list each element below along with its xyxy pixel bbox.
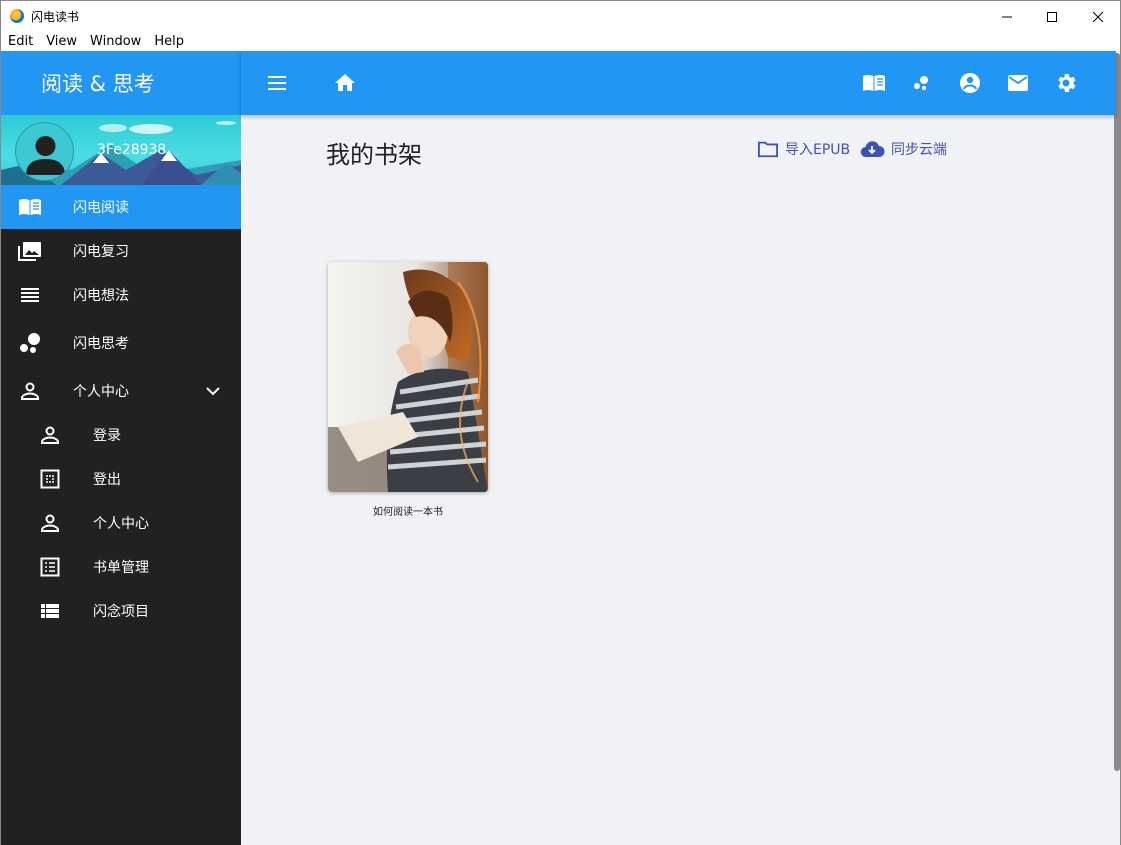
scrollbar[interactable] [1114,51,1121,845]
sidebar-item-label: 个人中心 [73,384,129,400]
close-button[interactable] [1075,1,1121,32]
sidebar-item-label: 闪电复习 [73,244,129,260]
import-epub-button[interactable]: 导入EPUB [757,139,850,159]
home-icon[interactable] [333,71,357,95]
chevron-down-icon[interactable] [203,381,223,401]
book-card[interactable]: 如何阅读一本书 [328,262,488,518]
window-titlebar: 闪电读书 [0,0,1121,31]
menu-view[interactable]: View [46,34,77,49]
book-title: 如何阅读一本书 [373,507,443,518]
bubbles-icon[interactable] [910,71,934,95]
menu-window[interactable]: Window [90,34,141,49]
profile-banner: 3Fe28938 [1,115,241,185]
sidebar-item-lightning-ideas[interactable]: 闪电想法 [1,273,241,317]
dots-box-icon [38,467,62,491]
sidebar-item-booklist[interactable]: 书单管理 [1,545,241,589]
sidebar-item-lightning-read[interactable]: 闪电阅读 [1,185,241,229]
menu-edit[interactable]: Edit [8,34,33,49]
minimize-button[interactable] [984,1,1030,32]
sidebar-item-label: 闪电想法 [73,288,129,304]
person-avatar-icon [26,136,65,175]
account-circle-icon[interactable] [958,71,982,95]
gear-icon[interactable] [1054,71,1078,95]
maximize-icon [1047,11,1057,22]
person-icon [18,379,42,403]
window-title: 闪电读书 [31,10,80,24]
view-list-icon [38,599,62,623]
avatar[interactable] [15,122,74,181]
page-title: 我的书架 [326,141,422,169]
sidebar-item-label: 闪电阅读 [73,200,129,216]
username: 3Fe28938 [97,142,167,158]
sidebar-brand: 阅读 & 思考 [1,51,241,115]
sidebar: 阅读 & 思考 3Fe28938 闪电阅读 闪电复习 闪电想法 闪电思考 个人中… [0,51,241,845]
sidebar-item-logout[interactable]: 登出 [1,457,241,501]
close-icon [1092,11,1104,22]
sidebar-item-label: 登出 [93,472,121,488]
book-open-icon [18,195,42,219]
lines-icon [18,283,42,307]
sidebar-item-flash-projects[interactable]: 闪念项目 [1,589,241,633]
sidebar-item-label: 闪电思考 [73,336,129,352]
brand-title: 阅读 & 思考 [41,72,155,96]
top-app-bar [241,51,1116,115]
sidebar-item-personal-center[interactable]: 个人中心 [1,369,241,413]
minimize-icon [1002,16,1012,17]
sidebar-item-label: 闪念项目 [93,604,149,620]
sidebar-item-lightning-review[interactable]: 闪电复习 [1,229,241,273]
sync-cloud-label: 同步云端 [891,142,947,158]
app-logo-icon [10,9,24,23]
menu-help[interactable]: Help [154,34,184,49]
sidebar-item-label: 个人中心 [93,516,149,532]
bubbles-icon [18,331,42,355]
sidebar-item-profile[interactable]: 个人中心 [1,501,241,545]
cloud-download-icon [860,141,885,158]
book-open-icon[interactable] [862,71,886,95]
photo-library-icon [18,239,42,263]
sidebar-item-label: 书单管理 [93,560,149,576]
sidebar-item-login[interactable]: 登录 [1,413,241,457]
list-box-icon [38,555,62,579]
sidebar-item-label: 登录 [93,428,121,444]
folder-icon [758,141,778,158]
person-icon [38,511,62,535]
menu-bar: Edit View Window Help [0,31,1121,51]
menu-icon[interactable] [265,71,289,95]
main-content: 我的书架 导入EPUB 同步云端 如何阅读一本书 [241,115,1116,845]
mail-icon[interactable] [1006,71,1030,95]
import-epub-label: 导入EPUB [785,142,851,158]
maximize-button[interactable] [1029,1,1075,32]
sync-cloud-button[interactable]: 同步云端 [859,139,947,159]
person-icon [38,423,62,447]
sidebar-item-lightning-think[interactable]: 闪电思考 [1,317,241,369]
book-cover-image[interactable] [328,262,488,492]
scrollbar-thumb[interactable] [1114,53,1120,771]
